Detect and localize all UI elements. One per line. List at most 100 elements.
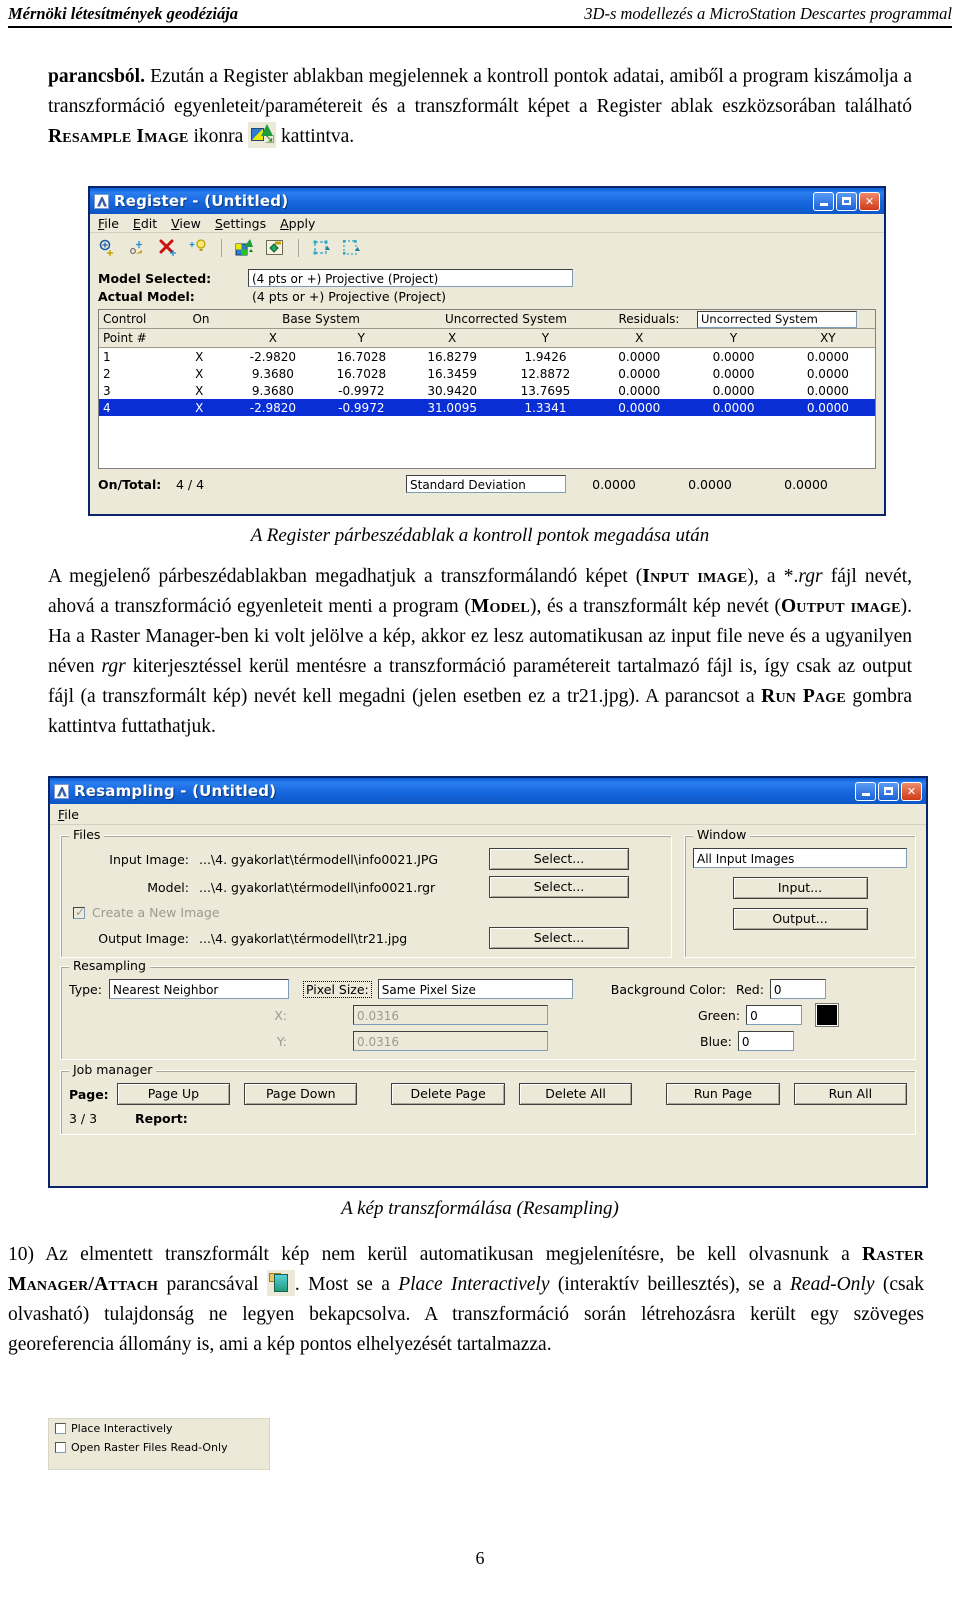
p3-seg1: Az elmentett transzformált kép nem kerül… [45, 1244, 863, 1265]
maximize-button[interactable] [878, 781, 899, 801]
register-dialog[interactable]: Register - (Untitled) ✕ File Edit View S… [88, 186, 886, 516]
table-row[interactable]: 3 X 9.3680 -0.9972 30.9420 13.7695 0.0000 0.000… [99, 382, 875, 399]
register-menubar[interactable]: File Edit View Settings Apply [90, 214, 884, 233]
delete-all-button[interactable]: Delete All [518, 1083, 633, 1105]
register-titlebar[interactable]: Register - (Untitled) ✕ [90, 188, 884, 214]
table-row[interactable]: 2 X 9.3680 16.7028 16.3459 12.8872 0.0000 0.000… [99, 365, 875, 382]
standard-deviation-field[interactable]: Standard Deviation [406, 475, 566, 493]
run-page-term: Run Page [761, 686, 846, 707]
table-row[interactable]: 1 X -2.9820 16.7028 16.8279 1.9426 0.0000 0.000… [99, 348, 875, 365]
resampling-x-row: X: 0.0316 Green: 0 [69, 1004, 907, 1026]
grid-group-header: Control On Base System Uncorrected Syste… [99, 310, 875, 329]
table-row[interactable]: 4 X -2.9820 -0.9972 31.0095 1.3341 0.0000 0.000… [99, 399, 875, 416]
delete-page-button[interactable]: Delete Page [391, 1083, 505, 1105]
resampling-titlebar[interactable]: Resampling - (Untitled) ✕ [50, 778, 926, 804]
close-button[interactable]: ✕ [901, 781, 922, 801]
register-title-text: Register - (Untitled) [114, 192, 289, 210]
menu-apply[interactable]: Apply [280, 216, 315, 231]
menu-settings[interactable]: Settings [215, 216, 266, 231]
col-base-y: Y [357, 331, 365, 345]
select-output-image-button[interactable]: Select... [489, 927, 629, 949]
files-group: Files Input Image: ...\4. gyakorlat\térm… [60, 827, 672, 958]
residuals-system-dropdown[interactable]: Uncorrected System [697, 310, 857, 328]
rgr-ext-1: rgr [798, 566, 823, 587]
cell-on: X [195, 349, 204, 364]
raster-options-panel[interactable]: Place Interactively Open Raster Files Re… [48, 1418, 270, 1470]
cell-on: X [195, 383, 204, 398]
window-input-button[interactable]: Input... [732, 877, 868, 899]
create-new-image-checkbox[interactable] [73, 905, 85, 919]
select-model-button[interactable]: Select... [489, 876, 629, 898]
col-unc-y: Y [541, 331, 550, 345]
resample-image-icon[interactable] [235, 238, 255, 258]
add-control-point-icon[interactable] [98, 238, 118, 258]
cell-res-y: 0.0000 [712, 383, 755, 398]
select-input-image-button[interactable]: Select... [489, 848, 629, 870]
ontotal-value: 4 / 4 [176, 476, 205, 492]
cell-unc-y: 1.9426 [524, 349, 567, 364]
apply-transform-icon[interactable] [265, 238, 285, 258]
resampling-menubar[interactable]: File [50, 804, 926, 825]
open-read-only-checkbox[interactable] [55, 1442, 66, 1453]
place-interactively-checkbox[interactable] [55, 1423, 66, 1434]
cell-on: X [195, 400, 204, 415]
cell-base-y: -0.9972 [338, 400, 385, 415]
p2-seg4: ), és a transzformált kép nevét ( [529, 596, 781, 617]
running-head-left: Mérnöki létesítmények geodéziája [8, 4, 239, 23]
page-up-button[interactable]: Page Up [116, 1083, 231, 1105]
fit-display-icon[interactable] [342, 238, 362, 258]
menu-edit[interactable]: Edit [133, 216, 157, 231]
run-all-button[interactable]: Run All [793, 1083, 908, 1105]
type-label: Type: [69, 981, 102, 997]
menu-file[interactable]: File [58, 807, 79, 822]
move-control-point-icon[interactable] [128, 238, 148, 258]
window-images-field[interactable]: All Input Images [693, 848, 907, 868]
create-new-image-row[interactable]: Create a New Image [69, 905, 663, 920]
resample-image-term: Resample Image [48, 126, 189, 147]
grid-header-base: Base System [282, 312, 360, 326]
red-field[interactable]: 0 [769, 979, 826, 999]
resampling-top-area: Files Input Image: ...\4. gyakorlat\térm… [50, 825, 926, 966]
delete-control-point-icon[interactable] [158, 238, 178, 258]
menu-file[interactable]: File [98, 216, 119, 231]
warp-display-icon[interactable] [312, 238, 332, 258]
highlight-point-icon[interactable] [188, 238, 208, 258]
cell-res-x: 0.0000 [618, 383, 661, 398]
option-place-interactively[interactable]: Place Interactively [49, 1419, 269, 1438]
type-field[interactable]: Nearest Neighbor [109, 979, 289, 999]
background-color-swatch[interactable] [816, 1004, 839, 1026]
cell-unc-y: 12.8872 [520, 366, 571, 381]
pixel-size-field[interactable]: Same Pixel Size [377, 979, 573, 999]
cell-res-x: 0.0000 [618, 349, 661, 364]
place-interactively-term: Place Interactively [398, 1274, 550, 1295]
maximize-button[interactable] [836, 191, 857, 211]
menu-view[interactable]: View [171, 216, 201, 231]
window-output-button[interactable]: Output... [732, 908, 868, 930]
cell-unc-x: 30.9420 [427, 383, 477, 398]
input-image-row: Input Image: ...\4. gyakorlat\térmodell\… [69, 848, 663, 870]
option-open-read-only[interactable]: Open Raster Files Read-Only [49, 1438, 269, 1457]
register-toolbar[interactable] [90, 233, 884, 263]
job-manager-group: Job manager Page: Page Up Page Down Dele… [60, 1062, 916, 1135]
cell-unc-x: 16.8279 [427, 349, 477, 364]
model-label: Model: [147, 879, 189, 895]
blue-field[interactable]: 0 [737, 1031, 794, 1051]
model-selected-field[interactable]: (4 pts or +) Projective (Project) [248, 269, 573, 287]
cell-unc-y: 1.3341 [524, 400, 567, 415]
job-manager-legend: Job manager [69, 1062, 157, 1077]
cell-base-x: 9.3680 [251, 383, 294, 398]
cell-point: 3 [103, 383, 111, 398]
resampling-dialog[interactable]: Resampling - (Untitled) ✕ File Files Inp… [48, 776, 928, 1188]
control-points-grid[interactable]: Control On Base System Uncorrected Syste… [98, 309, 876, 469]
actual-model-row: Actual Model: (4 pts or +) Projective (P… [98, 289, 876, 304]
minimize-button[interactable] [855, 781, 876, 801]
register-app-icon [94, 193, 109, 209]
close-button[interactable]: ✕ [859, 191, 880, 211]
run-page-button[interactable]: Run Page [666, 1083, 780, 1105]
model-selected-row: Model Selected: (4 pts or +) Projective … [98, 269, 876, 287]
page-down-button[interactable]: Page Down [244, 1083, 358, 1105]
minimize-button[interactable] [813, 191, 834, 211]
green-field[interactable]: 0 [746, 1005, 803, 1025]
grid-rows[interactable]: 1 X -2.9820 16.7028 16.8279 1.9426 0.0000 0.000… [99, 348, 875, 416]
p3-seg4: (interaktív beillesztés), se a [549, 1274, 791, 1295]
